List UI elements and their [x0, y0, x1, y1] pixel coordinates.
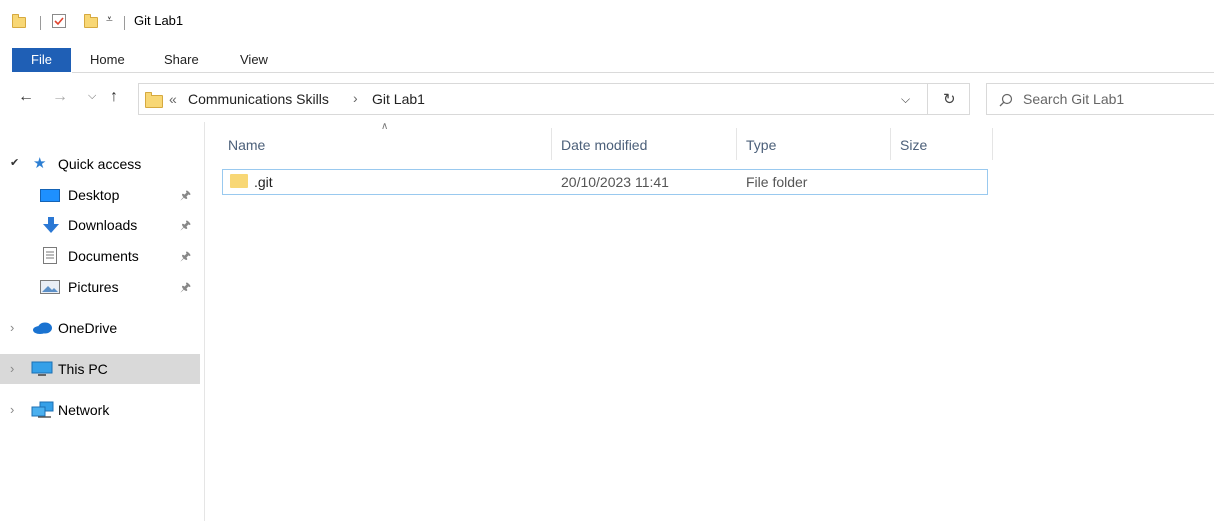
search-icon: [999, 93, 1013, 107]
sidebar-item-label: Documents: [68, 248, 139, 264]
forward-button[interactable]: →: [52, 88, 68, 106]
cloud-icon: [33, 322, 52, 334]
expand-chevron-icon[interactable]: ›: [10, 354, 14, 384]
breadcrumb-git-lab1[interactable]: Git Lab1: [372, 91, 425, 107]
sidebar-item-this-pc[interactable]: › This PC: [0, 354, 200, 384]
sidebar-item-downloads[interactable]: Downloads 🖈: [0, 210, 200, 240]
back-button[interactable]: ←: [18, 88, 34, 106]
column-header-type[interactable]: Type: [746, 130, 776, 160]
column-divider[interactable]: [736, 128, 737, 160]
tab-share[interactable]: Share: [152, 48, 211, 72]
sort-ascending-icon: ∧: [381, 121, 389, 132]
column-divider[interactable]: [890, 128, 891, 160]
folder-icon: [230, 174, 248, 188]
sidebar-item-label: Quick access: [58, 156, 142, 172]
tab-home[interactable]: Home: [78, 48, 137, 72]
file-type: File folder: [746, 174, 808, 190]
tab-view[interactable]: View: [228, 48, 280, 72]
sidebar-item-label: Desktop: [68, 187, 120, 203]
sidebar-item-pictures[interactable]: Pictures 🖈: [0, 272, 200, 302]
divider: [927, 84, 928, 114]
sidebar-item-quick-access[interactable]: ★ Quick access: [0, 149, 200, 179]
address-bar[interactable]: « Communications Skills › Git Lab1 ⌵ ↻: [138, 83, 970, 115]
breadcrumb-separator[interactable]: ›: [353, 90, 358, 106]
recent-locations-chevron-icon[interactable]: ⌵: [88, 90, 96, 103]
window-title: Git Lab1: [134, 13, 184, 28]
pictures-icon: [40, 280, 60, 294]
pin-icon: 🖈: [180, 249, 192, 263]
tab-file[interactable]: File: [12, 48, 71, 72]
star-icon: ★: [33, 155, 47, 172]
sidebar-item-label: Downloads: [68, 217, 138, 233]
sidebar-item-onedrive[interactable]: OneDrive: [0, 313, 200, 343]
sidebar-item-network[interactable]: Network: [0, 395, 200, 425]
documents-icon: [43, 247, 57, 264]
breadcrumb-communications-skills[interactable]: Communications Skills: [188, 91, 329, 107]
up-button[interactable]: ↑: [110, 88, 118, 106]
column-divider[interactable]: [551, 128, 552, 160]
title-bar: ⩡ Git Lab1: [0, 0, 1214, 40]
sidebar-item-label: OneDrive: [58, 320, 118, 336]
refresh-icon[interactable]: ↻: [943, 90, 956, 108]
ribbon-divider: [72, 72, 1214, 73]
pin-icon: 🖈: [180, 280, 192, 294]
column-header-name[interactable]: Name: [228, 130, 265, 160]
new-folder-icon[interactable]: [84, 14, 98, 28]
pin-icon: 🖈: [180, 188, 192, 202]
column-header-date-modified[interactable]: Date modified: [561, 130, 647, 160]
sidebar-item-label: Network: [58, 402, 110, 418]
network-icon: [31, 401, 54, 418]
desktop-icon: [40, 189, 60, 202]
divider: [124, 16, 125, 30]
divider: [40, 16, 41, 30]
column-header-size[interactable]: Size: [900, 130, 927, 160]
computer-icon: [31, 361, 53, 376]
address-overflow[interactable]: «: [169, 91, 177, 107]
customize-quick-access-icon[interactable]: ⩡: [106, 12, 113, 27]
file-name[interactable]: .git: [254, 172, 273, 192]
folder-icon: [12, 14, 26, 28]
search-box[interactable]: Search Git Lab1: [986, 83, 1214, 115]
sidebar-item-label: This PC: [58, 361, 108, 377]
downloads-icon: [43, 217, 59, 233]
pin-icon: 🖈: [180, 218, 192, 232]
sidebar-item-desktop[interactable]: Desktop 🖈: [0, 180, 200, 210]
file-date-modified: 20/10/2023 11:41: [561, 174, 669, 190]
column-divider[interactable]: [992, 128, 993, 160]
properties-icon[interactable]: [52, 14, 66, 28]
address-history-chevron-icon[interactable]: ⌵: [901, 92, 910, 107]
sidebar-item-label: Pictures: [68, 279, 119, 295]
sidebar-item-documents[interactable]: Documents 🖈: [0, 241, 200, 271]
folder-icon: [145, 92, 163, 108]
search-placeholder: Search Git Lab1: [1023, 91, 1125, 107]
pane-divider: [204, 122, 205, 521]
